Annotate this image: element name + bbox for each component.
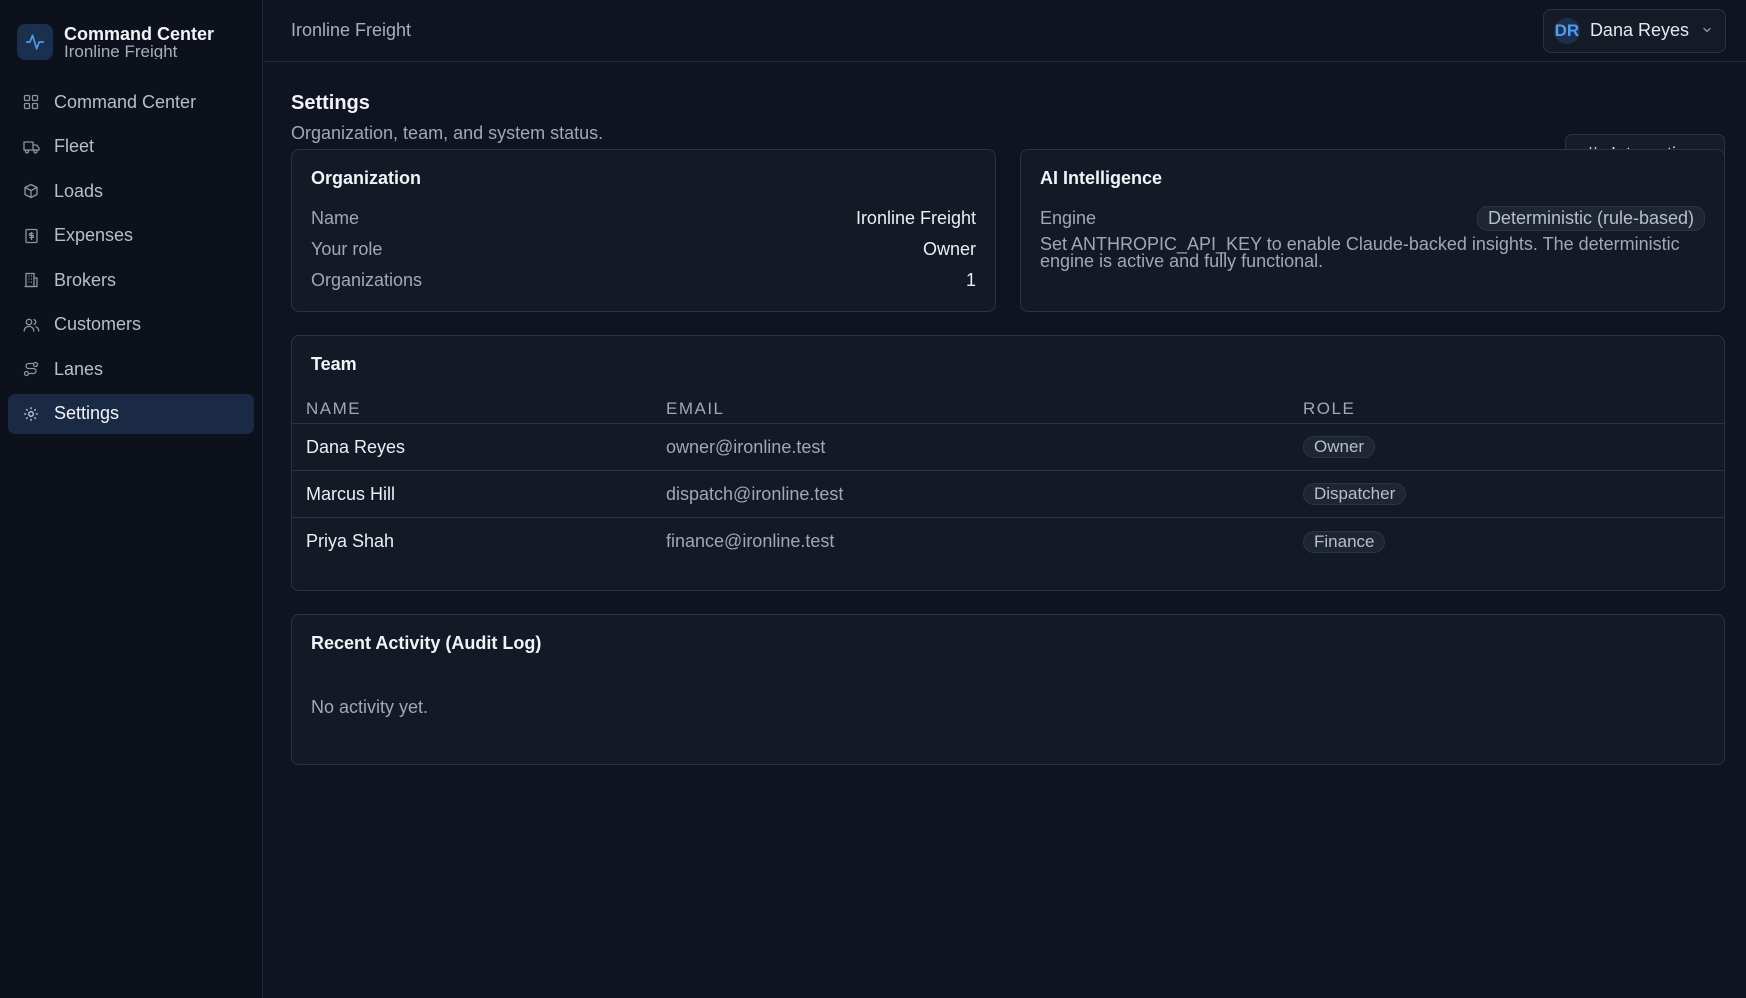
sidebar-item-label: Expenses [54, 225, 134, 245]
avatar: DR [1553, 17, 1580, 44]
team-card: Team NAME EMAIL ROLE Dana Reyes owner@ir… [291, 335, 1725, 591]
org-count-label: Organizations [311, 270, 423, 290]
sidebar-item-lanes[interactable]: Lanes [8, 349, 254, 389]
member-email: finance@ironline.test [666, 531, 835, 551]
activity-pulse-icon [17, 24, 53, 60]
grid-icon [22, 93, 40, 111]
sidebar-item-label: Settings [54, 403, 120, 423]
team-table-header: NAME EMAIL ROLE [292, 395, 1724, 424]
member-name: Marcus Hill [306, 483, 396, 504]
brand-subtitle: Ironline Freight [64, 43, 178, 59]
audit-log-card: Recent Activity (Audit Log) No activity … [291, 614, 1725, 765]
chevron-down-icon [1701, 20, 1713, 41]
truck-icon [22, 138, 40, 156]
org-name-row: Name Ironline Freight [311, 203, 976, 234]
engine-badge: Deterministic (rule-based) [1476, 206, 1705, 231]
sidebar-item-settings[interactable]: Settings [8, 393, 254, 434]
sidebar-item-label: Command Center [54, 91, 197, 112]
table-row: Priya Shah finance@ironline.test Finance [292, 518, 1724, 565]
member-name: Priya Shah [306, 531, 395, 551]
sidebar-item-label: Fleet [54, 136, 95, 156]
sidebar-item-customers[interactable]: Customers [8, 305, 254, 345]
building-icon [22, 271, 40, 289]
user-name: Dana Reyes [1589, 20, 1689, 40]
sidebar-item-label: Customers [54, 314, 142, 334]
sidebar-item-label: Brokers [54, 269, 117, 290]
brand[interactable]: Command Center Ironline Freight [0, 0, 262, 62]
org-count-row: Organizations 1 [311, 265, 976, 296]
sidebar-item-loads[interactable]: Loads [8, 171, 254, 211]
sidebar-item-brokers[interactable]: Brokers [8, 260, 254, 300]
table-row: Dana Reyes owner@ironline.test Owner [292, 424, 1724, 471]
sidebar-item-fleet[interactable]: Fleet [8, 127, 254, 167]
role-badge: Dispatcher [1303, 483, 1407, 505]
gear-icon [22, 405, 40, 423]
topbar-org-name: Ironline Freight [291, 20, 412, 40]
sidebar-item-expenses[interactable]: Expenses [8, 216, 254, 256]
package-icon [22, 182, 40, 200]
route-icon [22, 360, 40, 378]
audit-log-empty: No activity yet. [311, 697, 429, 717]
brand-title: Command Center [64, 24, 215, 44]
column-header-role: ROLE [1303, 399, 1356, 418]
team-title: Team [311, 354, 357, 374]
ai-note: Set ANTHROPIC_API_KEY to enable Claude-b… [1040, 234, 1680, 271]
organization-card: Organization Name Ironline Freight Your … [291, 149, 996, 312]
table-row: Marcus Hill dispatch@ironline.test Dispa… [292, 471, 1724, 518]
main-content: Settings Organization, team, and system … [291, 62, 1725, 765]
page-subtitle: Organization, team, and system status. [291, 123, 604, 143]
sidebar: Command Center Ironline Freight Command … [0, 0, 263, 998]
member-email: dispatch@ironline.test [666, 483, 844, 504]
receipt-icon [22, 227, 40, 245]
engine-label: Engine [1040, 208, 1097, 228]
member-name: Dana Reyes [306, 436, 406, 457]
sidebar-item-label: Loads [54, 180, 104, 201]
role-badge: Owner [1303, 436, 1376, 458]
sidebar-nav: Command Center Fleet Loads Expenses Brok… [0, 62, 262, 434]
member-email: owner@ironline.test [666, 436, 826, 457]
page-title: Settings [291, 92, 370, 114]
ai-title: AI Intelligence [1040, 168, 1163, 188]
org-role-label: Your role [311, 239, 383, 259]
org-count-value: 1 [965, 270, 976, 290]
org-name-label: Name [311, 208, 360, 228]
organization-title: Organization [311, 168, 422, 188]
column-header-name: NAME [306, 399, 362, 418]
users-icon [22, 316, 40, 334]
sidebar-item-label: Lanes [54, 358, 104, 379]
org-role-row: Your role Owner [311, 234, 976, 265]
column-header-email: EMAIL [666, 399, 725, 418]
org-name-value: Ironline Freight [855, 208, 976, 228]
user-menu-button[interactable]: DR Dana Reyes [1542, 8, 1726, 53]
topbar: Ironline Freight DR Dana Reyes [264, 0, 1746, 62]
ai-intelligence-card: AI Intelligence Engine Deterministic (ru… [1020, 149, 1725, 312]
audit-log-title: Recent Activity (Audit Log) [311, 633, 542, 653]
engine-row: Engine Deterministic (rule-based) [1040, 203, 1705, 234]
sidebar-item-command-center[interactable]: Command Center [8, 82, 254, 122]
org-role-value: Owner [922, 239, 976, 259]
role-badge: Finance [1303, 530, 1386, 553]
